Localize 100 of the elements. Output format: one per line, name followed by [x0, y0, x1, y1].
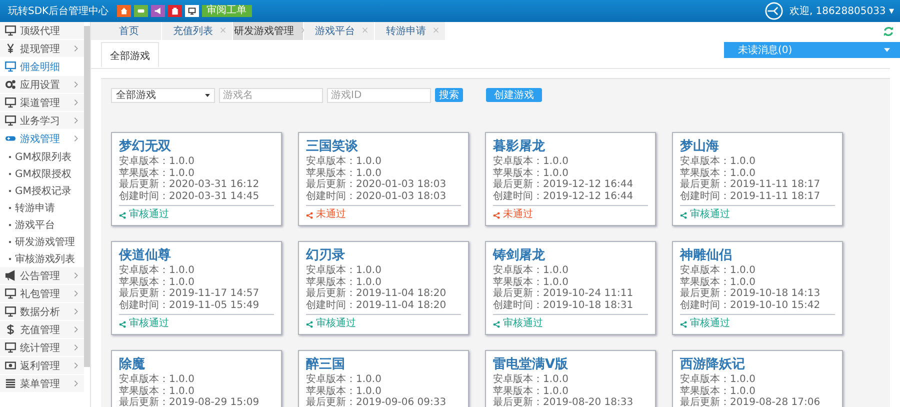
game-title: 暮影屠龙 — [493, 139, 546, 155]
game-info: 苹果版本：1.0.0 — [119, 386, 196, 396]
game-info: 苹果版本：1.0.0 — [119, 276, 196, 288]
game-info: 安卓版本：1.0.0 — [493, 156, 570, 168]
money-icon — [5, 360, 16, 371]
game-info: 创建时间：2019-12-12 16:44 — [493, 190, 634, 202]
megaphone-icon — [5, 270, 16, 281]
game-card[interactable]: 暮影屠龙 安卓版本：1.0.0 苹果版本：1.0.0 最后更新：2019-12-12 16:44 创建时间：2019-12-12 16:44 未通过 — [485, 132, 656, 226]
game-info: 安卓版本：1.0.0 — [119, 265, 196, 276]
user-menu[interactable]: 欢迎, 18628805033 ▾ — [789, 4, 894, 18]
sidebar-item[interactable]: 返利管理 — [0, 357, 84, 375]
game-info: 创建时间：2019-11-11 18:17 — [680, 190, 822, 202]
game-info: 最后更新：2019-08-29 15:09 — [119, 397, 260, 407]
scrollbar[interactable] — [84, 26, 90, 367]
page-tab[interactable]: 游戏平台 × — [304, 22, 374, 40]
game-info: 最后更新：2019-11-17 14:57 — [119, 288, 260, 300]
sidebar-item[interactable]: 顶级代理 — [0, 22, 84, 40]
game-info: 苹果版本：1.0.0 — [493, 386, 570, 396]
game-title: 西游降妖记 — [680, 357, 746, 373]
game-card[interactable]: 幻刃录 安卓版本：1.0.0 苹果版本：1.0.0 最后更新：2019-11-04 18:20 创建时间：2019-11-04 18:20 审核通过 — [298, 241, 469, 335]
game-name-field[interactable]: 游戏名 — [219, 88, 323, 102]
share-icon — [119, 212, 126, 218]
category-tab[interactable]: 全部游戏 — [101, 42, 159, 67]
game-info: 苹果版本：1.0.0 — [493, 276, 570, 288]
sidebar-item[interactable]: 数据分析 — [0, 303, 84, 321]
home-icon — [120, 7, 128, 15]
game-info: 最后更新：2019-10-24 11:11 — [493, 288, 634, 300]
game-info: 最后更新：2019-11-11 18:17 — [680, 179, 822, 190]
game-info: 安卓版本：1.0.0 — [306, 265, 382, 276]
sidebar-item[interactable]: 应用设置 — [0, 76, 84, 94]
game-card[interactable]: 西游降妖记 安卓版本：1.0.0 苹果版本：1.0.0 最后更新：2019-08-28 17:06 — [672, 350, 843, 407]
review-status: 审核通过 — [493, 318, 648, 330]
game-info: 安卓版本：1.0.0 — [119, 156, 196, 168]
game-card[interactable]: 梦山海 安卓版本：1.0.0 苹果版本：1.0.0 最后更新：2019-11-11 18:17 创建时间：2019-11-11 18:17 审核通过 — [672, 132, 843, 226]
submenu-item[interactable]: GM权限授权 — [0, 165, 84, 182]
page-tab[interactable]: 转游申请 × — [375, 22, 445, 40]
game-card[interactable]: 雷电堂满V版 安卓版本：1.0.0 苹果版本：1.0.0 最后更新：2019-08-20 18:33 — [485, 350, 656, 407]
gamepad-icon — [5, 133, 16, 144]
game-card[interactable]: 三国笑谈 安卓版本：1.0.0 苹果版本：1.0.0 最后更新：2020-01-03 18:03 创建时间：2020-01-03 18:03 未通过 — [298, 132, 469, 226]
game-card[interactable]: 除魔 安卓版本：1.0.0 苹果版本：1.0.0 最后更新：2019-08-29 15:09 — [111, 350, 282, 407]
category-select[interactable]: 全部游戏 — [111, 88, 215, 102]
sidebar-item[interactable]: 菜单管理 — [0, 375, 84, 393]
submenu-item[interactable]: GM权限列表 — [0, 148, 84, 165]
submenu-item[interactable]: GM授权记录 — [0, 182, 84, 199]
sidebar-item[interactable]: 统计管理 — [0, 339, 84, 357]
game-title: 除魔 — [119, 357, 146, 373]
game-title: 梦山海 — [680, 139, 720, 155]
game-title: 梦幻无双 — [119, 139, 172, 155]
game-card[interactable]: 侠道仙尊 安卓版本：1.0.0 苹果版本：1.0.0 最后更新：2019-11-17 14:57 创建时间：2019-11-05 15:49 审核通过 — [111, 241, 282, 335]
game-info: 安卓版本：1.0.0 — [493, 374, 570, 386]
share-icon — [493, 212, 500, 218]
dollar-icon — [5, 324, 16, 335]
app-title: 玩转SDK后台管理中心 — [8, 4, 109, 18]
review-status: 审核通过 — [119, 318, 274, 330]
game-card[interactable]: 醉三国 安卓版本：1.0.0 苹果版本：1.0.0 最后更新：2019-09-06 09:33 — [298, 350, 469, 407]
game-title: 幻刃录 — [306, 248, 346, 264]
game-info: 最后更新：2019-12-12 16:44 — [493, 179, 634, 190]
sidebar-item[interactable]: 提现管理 — [0, 40, 84, 58]
game-info: 安卓版本：1.0.0 — [680, 156, 756, 168]
submenu-item[interactable]: 研发游戏管理 — [0, 233, 84, 250]
page-tab[interactable]: 首页 — [91, 22, 161, 40]
caret-icon — [205, 94, 210, 96]
game-title: 醉三国 — [306, 357, 346, 373]
review-status: 审核通过 — [119, 209, 274, 221]
monitor-icon — [188, 7, 196, 15]
game-info: 苹果版本：1.0.0 — [306, 276, 382, 288]
game-card[interactable]: 梦幻无双 安卓版本：1.0.0 苹果版本：1.0.0 最后更新：2020-03-31 16:12 创建时间：2020-03-31 14:45 审核通过 — [111, 132, 282, 226]
submenu-item[interactable]: 游戏平台 — [0, 216, 84, 233]
game-info: 苹果版本：1.0.0 — [493, 168, 570, 178]
shortcut-button[interactable] — [184, 5, 199, 17]
page-tab[interactable]: 充值列表 × — [162, 22, 232, 40]
monitor-icon — [5, 97, 16, 108]
game-title: 神雕仙侣 — [680, 248, 733, 264]
game-title: 铸剑屠龙 — [493, 248, 546, 264]
game-info: 创建时间：2020-01-03 18:03 — [306, 190, 448, 202]
monitor-icon — [5, 61, 16, 72]
game-info: 苹果版本：1.0.0 — [119, 168, 196, 178]
caret-icon — [884, 48, 890, 52]
game-card[interactable]: 神雕仙侣 安卓版本：1.0.0 苹果版本：1.0.0 最后更新：2019-10-18 14:13 创建时间：2019-10-10 15:42 审核通过 — [672, 241, 843, 335]
sidebar-item[interactable]: 充值管理 — [0, 321, 84, 339]
monitor-icon — [5, 306, 16, 317]
game-info: 最后更新：2020-01-03 18:03 — [306, 179, 448, 190]
game-info: 最后更新：2019-11-04 18:20 — [306, 288, 448, 300]
game-info: 创建时间：2019-11-05 15:49 — [119, 300, 260, 311]
submenu-item[interactable]: 转游申请 — [0, 199, 84, 216]
sidebar-item[interactable]: 业务学习 — [0, 112, 84, 130]
game-card[interactable]: 铸剑屠龙 安卓版本：1.0.0 苹果版本：1.0.0 最后更新：2019-10-24 11:11 创建时间：2019-10-18 18:31 审核通过 — [485, 241, 656, 335]
monitor-icon — [5, 288, 16, 299]
game-info: 创建时间：2019-10-10 15:42 — [680, 300, 822, 311]
sidebar-item[interactable]: 礼包管理 — [0, 285, 84, 303]
game-id-field[interactable]: 游戏ID — [327, 88, 431, 102]
avatar-icon — [765, 2, 784, 20]
game-title: 雷电堂满V版 — [493, 357, 570, 373]
refresh-icon[interactable] — [883, 26, 894, 37]
review-status: 审核通过 — [306, 318, 461, 330]
sidebar-item[interactable]: 公告管理 — [0, 267, 84, 285]
submenu-item[interactable]: 审核游戏列表 — [0, 250, 84, 267]
monitor-icon — [5, 115, 16, 126]
sidebar-item[interactable]: 渠道管理 — [0, 94, 84, 112]
gear-icon — [5, 79, 16, 90]
